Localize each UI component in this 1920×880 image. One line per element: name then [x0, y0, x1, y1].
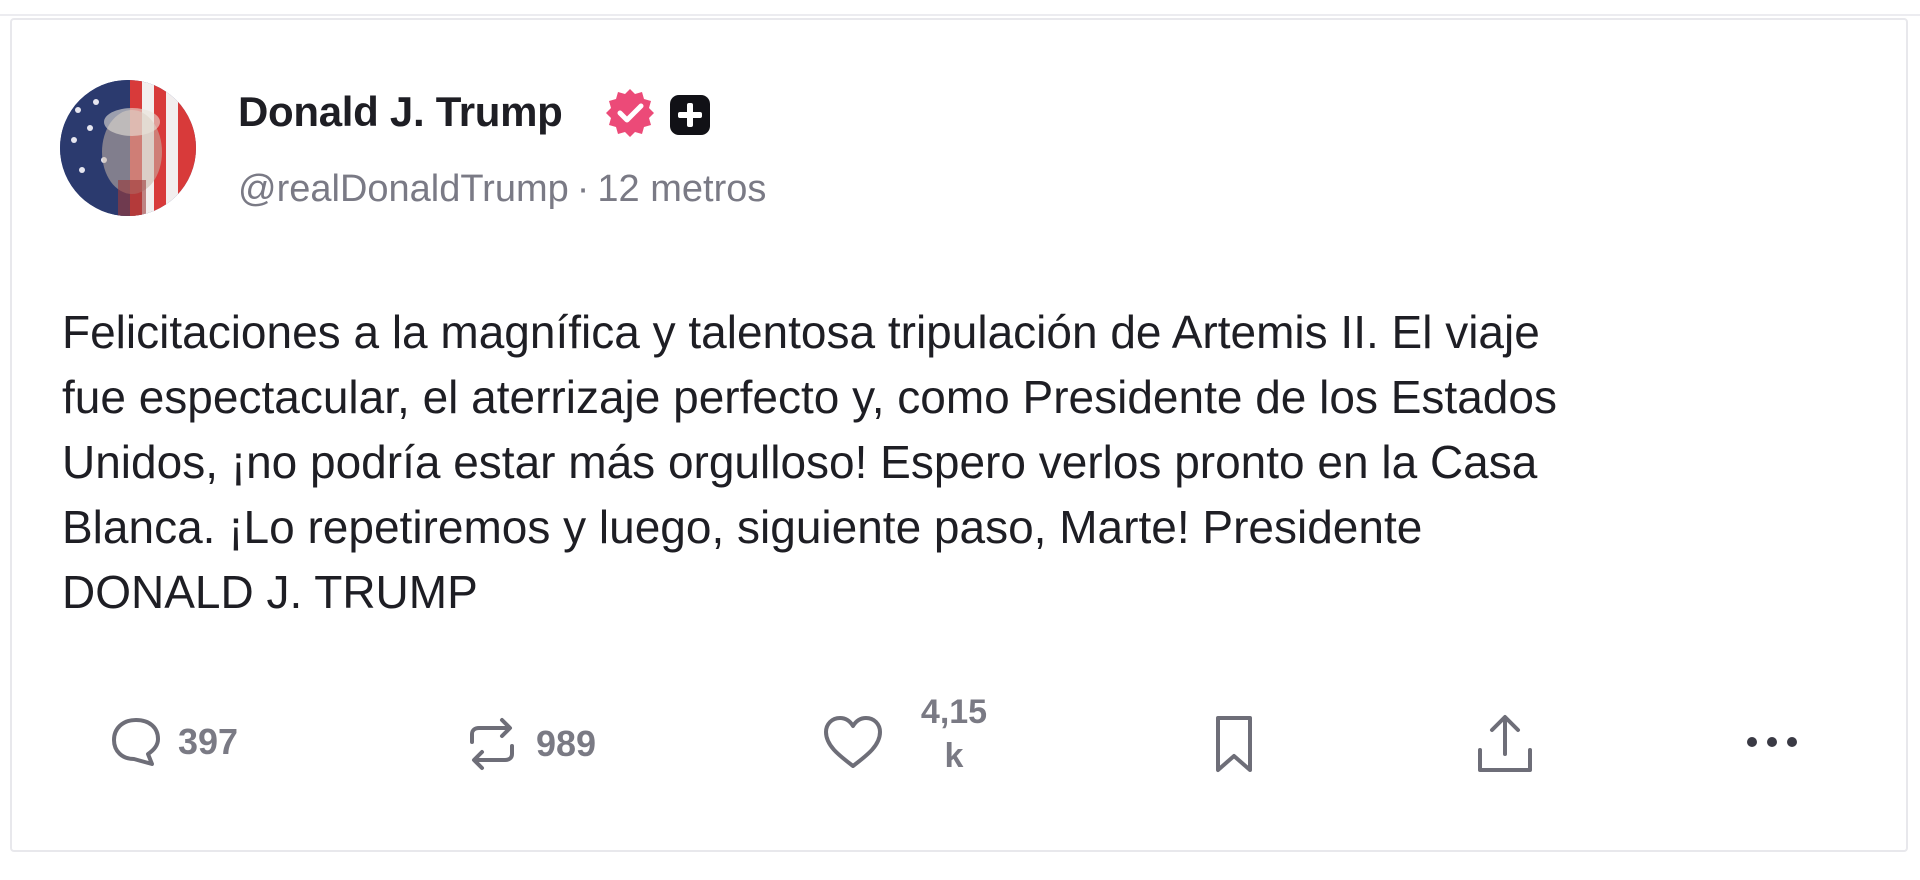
- like-count: 4,15 k: [914, 690, 994, 778]
- reply-count: 397: [178, 721, 239, 762]
- heart-icon: [824, 716, 882, 768]
- repost-button[interactable]: 989: [460, 712, 596, 776]
- post-text: Felicitaciones a la magnífica y talentos…: [62, 306, 1557, 618]
- post-timestamp[interactable]: 12 metros: [597, 168, 766, 210]
- repost-count: 989: [536, 723, 597, 764]
- bookmark-icon: [1216, 716, 1252, 772]
- more-icon: [1747, 737, 1797, 747]
- verified-badge-icon: [606, 89, 654, 137]
- flag-portrait-avatar: [60, 80, 196, 216]
- like-button[interactable]: [820, 712, 886, 772]
- repost-icon: [470, 718, 514, 770]
- author-name[interactable]: Donald J. Trump: [238, 88, 563, 136]
- meta-separator: ·: [576, 168, 590, 210]
- plus-badge-icon: [670, 95, 710, 135]
- share-button[interactable]: [1470, 710, 1540, 778]
- post: Donald J. Trump @realDonaldTrump · 12 metr…: [0, 0, 1920, 880]
- like-count-value: 4,15: [920, 693, 988, 731]
- share-icon: [1478, 715, 1532, 772]
- author-avatar[interactable]: [60, 80, 196, 216]
- author-handle[interactable]: @realDonaldTrump: [238, 168, 569, 210]
- like-count-unit: k: [944, 737, 964, 775]
- author-meta: @realDonaldTrump · 12 metros: [238, 168, 766, 211]
- comment-icon: [112, 718, 160, 766]
- bookmark-button[interactable]: [1208, 712, 1260, 776]
- reply-button[interactable]: 397: [106, 712, 238, 772]
- more-options-button[interactable]: [1740, 722, 1804, 762]
